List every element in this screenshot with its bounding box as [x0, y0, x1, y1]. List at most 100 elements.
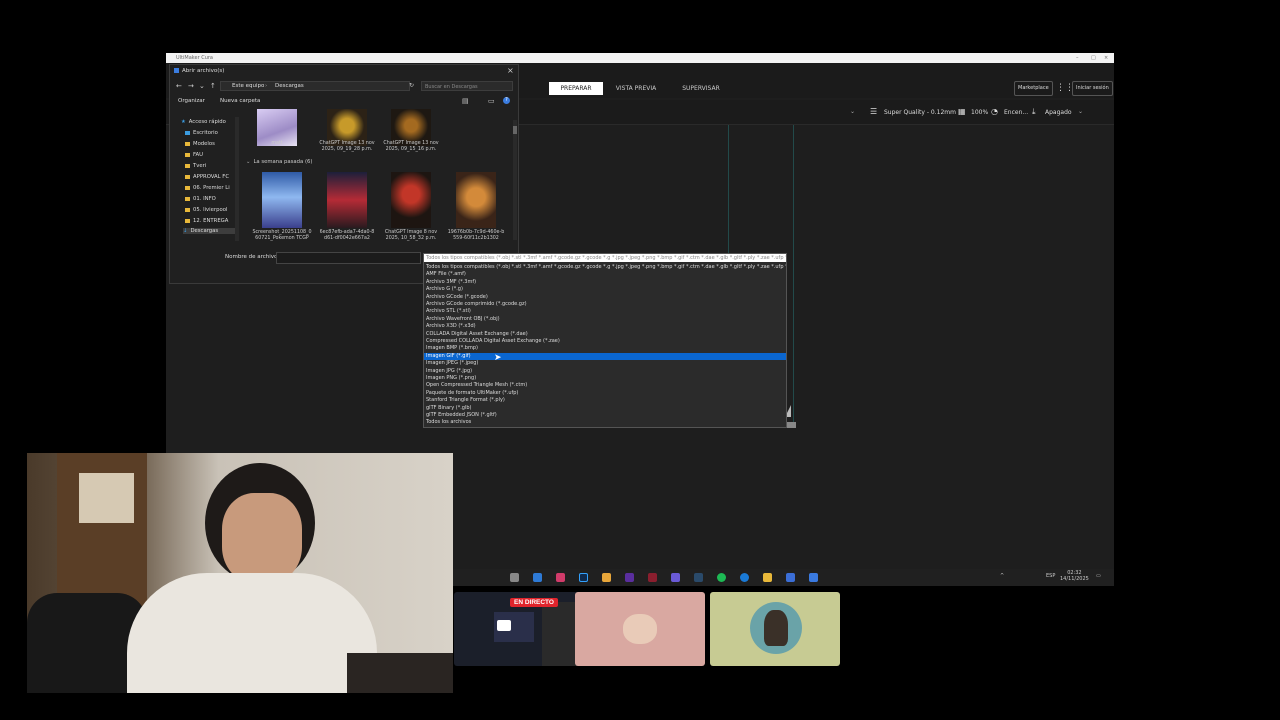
- close-icon[interactable]: ×: [1104, 55, 1108, 61]
- tab-supervisar[interactable]: SUPERVISAR: [676, 82, 726, 95]
- search-input[interactable]: Buscar en Descargas: [421, 81, 513, 91]
- app-icon[interactable]: [648, 573, 657, 582]
- filename-input[interactable]: [276, 252, 421, 264]
- folder-icon[interactable]: [763, 573, 772, 582]
- filetype-option[interactable]: Archivo Wavefront OBJ (*.obj): [424, 316, 786, 323]
- steam-icon[interactable]: [694, 573, 703, 582]
- filetype-option[interactable]: COLLADA Digital Asset Exchange (*.dae): [424, 331, 786, 338]
- forward-arrow-icon[interactable]: →: [188, 82, 194, 90]
- nav-label: APPROVAL FC: [193, 174, 230, 180]
- filetype-option[interactable]: Archivo GCode comprimido (*.gcode.gz): [424, 301, 786, 308]
- spotify-icon[interactable]: [717, 573, 726, 582]
- app-icon[interactable]: [533, 573, 542, 582]
- filetype-option[interactable]: AMF File (*.amf): [424, 271, 786, 278]
- file-name: ChatGPT Image 13 nov 2025, 09_19_28 p.m.: [319, 141, 375, 152]
- file-thumbnail[interactable]: [327, 172, 367, 228]
- participant-tile[interactable]: [710, 592, 840, 666]
- filetype-option[interactable]: Imagen BMP (*.bmp): [424, 345, 786, 352]
- filetype-option[interactable]: Todos los archivos: [424, 419, 786, 426]
- nav-item-premier[interactable]: 06. Premier Li: [185, 185, 230, 191]
- nav-item-info[interactable]: 01. INFO: [185, 196, 216, 202]
- app-icon[interactable]: [786, 573, 795, 582]
- filetype-option[interactable]: Todos los tipos compatibles (*.obj *.stl…: [424, 264, 786, 271]
- filetype-option[interactable]: Imagen GIF (*.gif): [424, 352, 786, 361]
- filetype-option[interactable]: Stanford Triangle Format (*.ply): [424, 397, 786, 404]
- close-icon[interactable]: ×: [507, 66, 514, 75]
- help-icon[interactable]: ?: [503, 97, 510, 104]
- filetype-select[interactable]: Todos los tipos compatibles (*.obj *.stl…: [424, 254, 786, 262]
- filetype-option[interactable]: Open Compressed Triangle Mesh (*.ctm): [424, 382, 786, 389]
- nav-item-tveri[interactable]: Tveri: [185, 163, 206, 169]
- app-icon[interactable]: [671, 573, 680, 582]
- refresh-icon[interactable]: ↻: [409, 82, 414, 89]
- filetype-option[interactable]: Imagen JPG (*.jpg): [424, 368, 786, 375]
- signin-button[interactable]: Iniciar sesión: [1072, 81, 1113, 96]
- marketplace-button[interactable]: Marketplace: [1014, 81, 1053, 96]
- support-value[interactable]: Encen...: [1004, 109, 1028, 116]
- nav-item-downloads[interactable]: ↓ Descargas: [183, 228, 237, 234]
- filetype-option[interactable]: Imagen PNG (*.png): [424, 375, 786, 382]
- preview-pane-icon[interactable]: ▭: [488, 97, 495, 105]
- minimize-icon[interactable]: –: [1076, 55, 1079, 61]
- adhesion-icon: ⤓: [1032, 107, 1036, 116]
- nav-item-desktop[interactable]: Escritorio: [185, 130, 218, 136]
- files-scrollbar[interactable]: [513, 120, 517, 240]
- nav-item-fau[interactable]: FAU: [185, 152, 203, 158]
- view-options-icon[interactable]: ▤: [462, 97, 469, 105]
- app-icon[interactable]: [625, 573, 634, 582]
- edge-icon[interactable]: [740, 573, 749, 582]
- chevron-down-icon[interactable]: ⌄: [850, 108, 855, 115]
- participant-tile[interactable]: [575, 592, 705, 666]
- filetype-option[interactable]: glTF Embedded JSON (*.gltf): [424, 412, 786, 419]
- filetype-option[interactable]: Paquete de formato UltiMaker (*.ufp): [424, 390, 786, 397]
- filetype-option[interactable]: Archivo G (*.g): [424, 286, 786, 293]
- tab-preparar[interactable]: PREPARAR: [549, 82, 603, 95]
- filetype-option[interactable]: Archivo 3MF (*.3mf): [424, 279, 786, 286]
- file-thumbnail[interactable]: [456, 172, 496, 228]
- filetype-dropdown[interactable]: Todos los tipos compatibles (*.obj *.stl…: [423, 253, 787, 428]
- nav-item-modelos[interactable]: Modelos: [185, 141, 215, 147]
- nav-item-entrega[interactable]: 12. ENTREGA: [185, 218, 228, 224]
- chevron-down-icon[interactable]: ⌄: [1078, 108, 1083, 115]
- filetype-option[interactable]: Archivo STL (*.stl): [424, 308, 786, 315]
- file-name: 19676b0b-7c9d-460e-b 559-60f11c2b1302: [447, 230, 505, 241]
- navigation-pane: ★ Acceso rápido Escritorio Modelos FAU Tv…: [173, 117, 237, 241]
- filetype-option[interactable]: glTF Binary (*.glb): [424, 405, 786, 412]
- nav-item-quick-access[interactable]: ★ Acceso rápido: [181, 119, 226, 125]
- nav-scrollbar[interactable]: [235, 117, 239, 241]
- notification-icon[interactable]: ▭: [1096, 573, 1101, 579]
- clock[interactable]: 02:32 14/11/2025: [1060, 570, 1089, 582]
- file-name: ChatGPT Image 8 nov 2025, 10_58_32 p.m.: [384, 230, 438, 241]
- photoshop-icon[interactable]: [579, 573, 588, 582]
- infill-value[interactable]: 100%: [971, 109, 988, 116]
- app-icon[interactable]: [602, 573, 611, 582]
- screen-share-icon: [497, 620, 511, 631]
- maximize-icon[interactable]: □: [1091, 55, 1096, 61]
- filetype-option[interactable]: Compressed COLLADA Digital Asset Exchang…: [424, 338, 786, 345]
- nav-item-approval[interactable]: APPROVAL FC: [185, 174, 229, 180]
- breadcrumb-descargas[interactable]: Descargas: [275, 83, 304, 89]
- file-thumbnail[interactable]: [262, 172, 302, 228]
- language-indicator[interactable]: ESP: [1046, 573, 1055, 579]
- filetype-option[interactable]: Archivo GCode (*.gcode): [424, 294, 786, 301]
- new-folder-button[interactable]: Nueva carpeta: [220, 98, 260, 104]
- file-thumbnail[interactable]: [391, 172, 431, 228]
- support-icon: ◔: [991, 107, 998, 116]
- quality-profile[interactable]: Super Quality - 0.12mm: [884, 109, 956, 116]
- adhesion-value[interactable]: Apagado: [1045, 109, 1072, 116]
- organize-button[interactable]: Organizar: [178, 98, 205, 104]
- up-arrow-icon[interactable]: ↑: [210, 82, 216, 90]
- sliders-icon[interactable]: ☰: [870, 107, 877, 116]
- breadcrumb-este-equipo[interactable]: Este equipo: [232, 83, 264, 89]
- group-header-last-week[interactable]: ⌄ La semana pasada (6): [246, 159, 312, 165]
- back-arrow-icon[interactable]: ←: [176, 82, 182, 90]
- chevron-down-icon[interactable]: ⌄: [199, 82, 205, 90]
- filetype-option[interactable]: Imagen JPEG (*.jpeg): [424, 360, 786, 367]
- tab-vista-previa[interactable]: VISTA PREVIA: [611, 82, 661, 95]
- cura-taskbar-icon[interactable]: [809, 573, 818, 582]
- filetype-option[interactable]: Archivo X3D (*.x3d): [424, 323, 786, 330]
- tray-chevron-icon[interactable]: ^: [1000, 573, 1004, 579]
- nav-item-liverpool[interactable]: 05. livierpool: [185, 207, 227, 213]
- app-icon[interactable]: [556, 573, 565, 582]
- file-explorer-icon[interactable]: [510, 573, 519, 582]
